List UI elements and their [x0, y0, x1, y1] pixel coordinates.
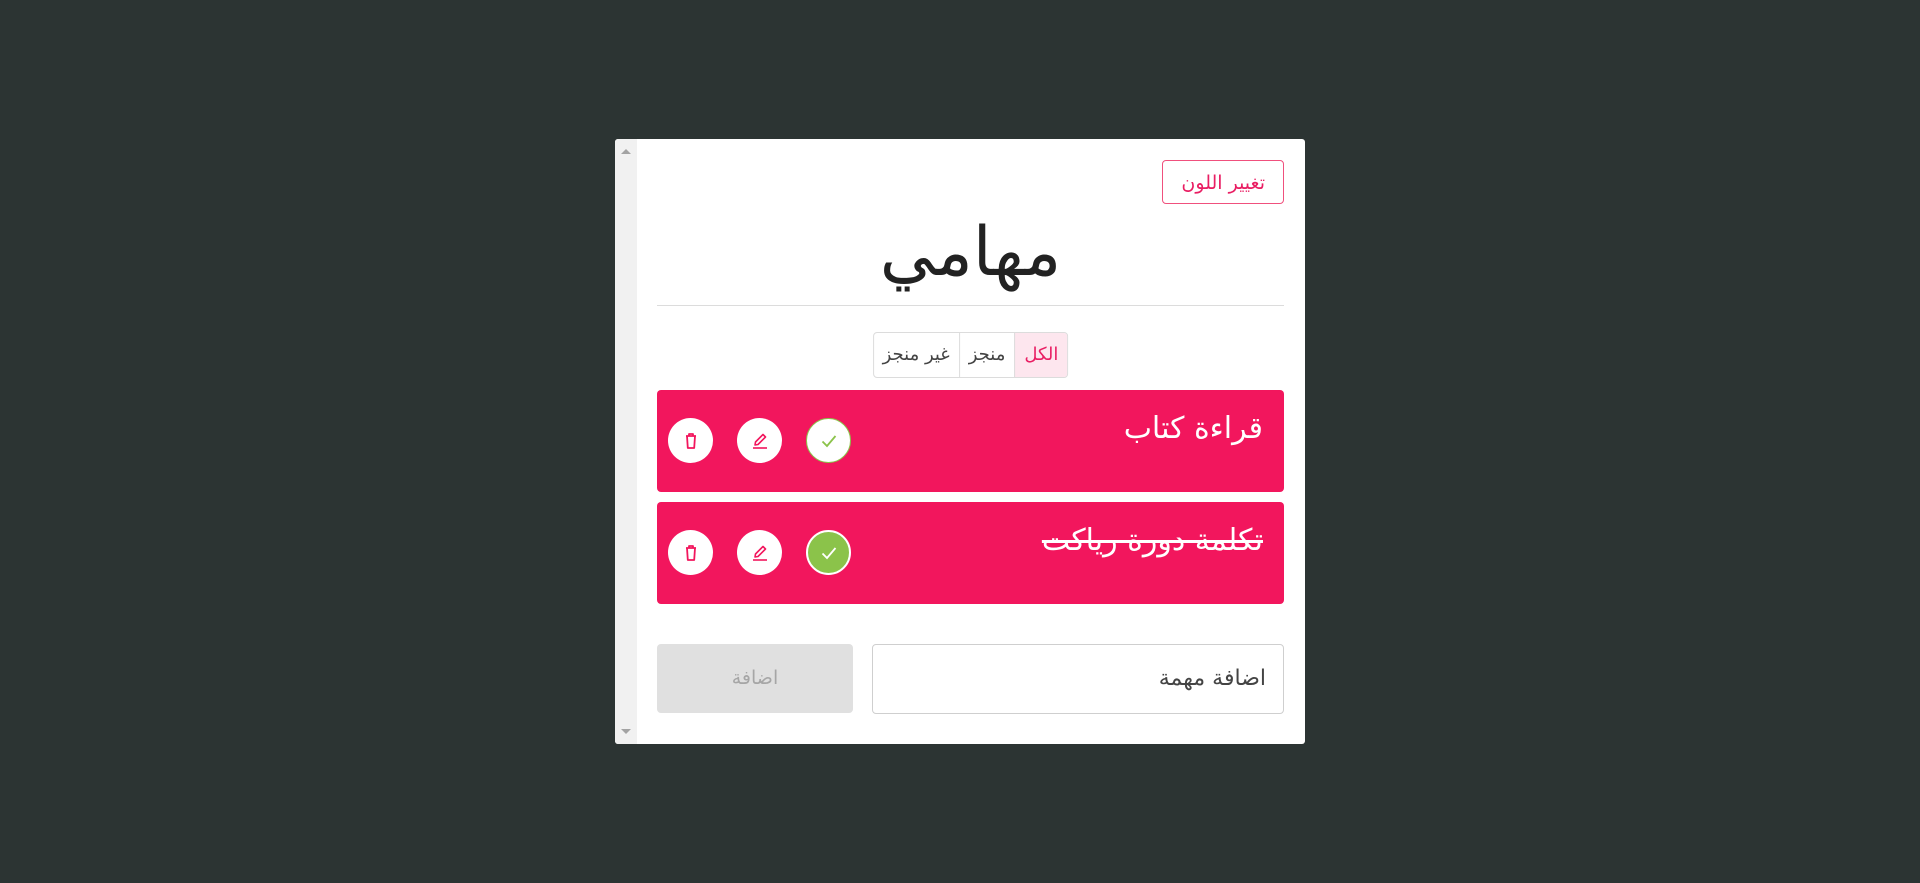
delete-task-button[interactable]: [668, 530, 713, 575]
task-text: تكلمة دورة رياكت: [1041, 523, 1263, 558]
page-title: مهامي: [879, 213, 1062, 292]
add-task-input[interactable]: اضافة مهمة: [872, 644, 1284, 714]
delete-task-button[interactable]: [668, 418, 713, 463]
task-actions: [668, 530, 851, 575]
task-item: تكلمة دورة رياكت: [657, 502, 1284, 604]
task-item: قراءة كتاب: [657, 390, 1284, 492]
change-color-button[interactable]: تغيير اللون: [1162, 160, 1284, 204]
edit-task-button[interactable]: [737, 418, 782, 463]
complete-task-button[interactable]: [806, 530, 851, 575]
scroll-up-arrow-icon[interactable]: [621, 149, 631, 154]
filter-tabs: الكل منجز غير منجز: [872, 332, 1069, 378]
trash-icon: [685, 432, 696, 449]
edit-task-button[interactable]: [737, 530, 782, 575]
check-icon: [821, 434, 836, 447]
trash-icon: [685, 544, 696, 561]
check-icon: [821, 546, 836, 559]
task-actions: [668, 418, 851, 463]
todo-card: تغيير اللون مهامي الكل منجز غير منجز قرا…: [615, 139, 1305, 744]
vertical-scrollbar[interactable]: [615, 139, 637, 744]
pencil-icon: [752, 545, 767, 561]
filter-done-tab[interactable]: منجز: [958, 333, 1015, 377]
scroll-down-arrow-icon[interactable]: [621, 729, 631, 734]
filter-all-tab[interactable]: الكل: [1014, 333, 1068, 377]
divider: [657, 305, 1284, 306]
add-task-button[interactable]: اضافة: [657, 644, 853, 713]
pencil-icon: [752, 433, 767, 449]
todo-content: تغيير اللون مهامي الكل منجز غير منجز قرا…: [657, 139, 1284, 744]
complete-task-button[interactable]: [806, 418, 851, 463]
task-text: قراءة كتاب: [1123, 411, 1263, 446]
filter-not-done-tab[interactable]: غير منجز: [874, 333, 959, 377]
